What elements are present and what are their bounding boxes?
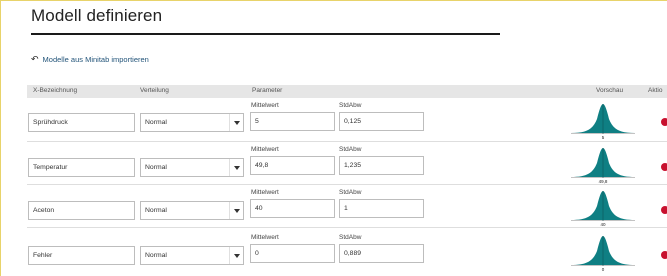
chevron-down-icon	[229, 247, 243, 264]
mean-input[interactable]: 5	[250, 112, 335, 131]
import-models-link[interactable]: ↶ Modelle aus Minitab importieren	[31, 54, 149, 65]
row-divider	[27, 141, 667, 142]
distribution-preview: 5	[571, 101, 635, 140]
table-row: Aceton Normal Mittelwert 40 StdAbw 1 40	[0, 188, 667, 227]
distribution-value: Normal	[145, 164, 167, 171]
param2-label: StdAbw	[339, 189, 362, 196]
row-divider	[27, 227, 667, 228]
preview-mean-label: 0	[601, 267, 605, 272]
distribution-select[interactable]: Normal	[140, 113, 244, 132]
table-header: X-Bezeichnung Verteilung Parameter Vorsc…	[27, 85, 667, 98]
normal-curve	[571, 191, 635, 221]
preview-mean-label: 5	[601, 135, 605, 140]
chevron-down-icon	[229, 159, 243, 176]
x-name-input[interactable]: Aceton	[28, 201, 135, 220]
distribution-select[interactable]: Normal	[140, 246, 244, 265]
delete-icon[interactable]	[661, 251, 667, 259]
distribution-value: Normal	[145, 119, 167, 126]
stddev-input[interactable]: 1,235	[339, 156, 424, 175]
delete-icon[interactable]	[661, 118, 667, 126]
row-divider	[27, 184, 667, 185]
title-divider	[31, 33, 500, 35]
x-name-input[interactable]: Temperatur	[28, 158, 135, 177]
distribution-select[interactable]: Normal	[140, 201, 244, 220]
column-header-preview: Vorschau	[596, 87, 624, 94]
x-name-input[interactable]: Fehler	[28, 246, 135, 265]
distribution-value: Normal	[145, 207, 167, 214]
column-header-name: X-Bezeichnung	[33, 87, 78, 94]
column-header-parameter: Parameter	[252, 87, 283, 94]
param2-label: StdAbw	[339, 146, 362, 153]
mean-input[interactable]: 49,8	[250, 156, 335, 175]
page-title: Modell definieren	[31, 6, 163, 25]
delete-icon[interactable]	[661, 163, 667, 171]
undo-arrow-icon: ↶	[31, 54, 39, 64]
stddev-input[interactable]: 0,125	[339, 112, 424, 131]
normal-curve	[571, 148, 635, 178]
distribution-value: Normal	[145, 252, 167, 259]
param1-label: Mittelwert	[251, 146, 279, 153]
column-header-distribution: Verteilung	[140, 87, 169, 94]
table-row: Temperatur Normal Mittelwert 49,8 StdAbw…	[0, 145, 667, 184]
mean-input[interactable]: 0	[250, 244, 335, 263]
param1-label: Mittelwert	[251, 189, 279, 196]
stddev-input[interactable]: 0,889	[339, 244, 424, 263]
chevron-down-icon	[229, 114, 243, 131]
stddev-input[interactable]: 1	[339, 199, 424, 218]
param2-label: StdAbw	[339, 234, 362, 241]
distribution-preview: 49,8	[571, 145, 635, 184]
table-row: Sprühdruck Normal Mittelwert 5 StdAbw 0,…	[0, 101, 667, 140]
import-models-label: Modelle aus Minitab importieren	[42, 55, 149, 64]
normal-curve	[571, 104, 635, 134]
normal-curve	[571, 236, 635, 266]
param1-label: Mittelwert	[251, 102, 279, 109]
mean-input[interactable]: 40	[250, 199, 335, 218]
distribution-preview: 40	[571, 188, 635, 227]
distribution-preview: 0	[571, 233, 635, 272]
x-name-input[interactable]: Sprühdruck	[28, 113, 135, 132]
param2-label: StdAbw	[339, 102, 362, 109]
distribution-select[interactable]: Normal	[140, 158, 244, 177]
column-header-actions: Aktio	[648, 87, 663, 94]
chevron-down-icon	[229, 202, 243, 219]
table-row: Fehler Normal Mittelwert 0 StdAbw 0,889 …	[0, 231, 667, 272]
delete-icon[interactable]	[661, 206, 667, 214]
param1-label: Mittelwert	[251, 234, 279, 241]
